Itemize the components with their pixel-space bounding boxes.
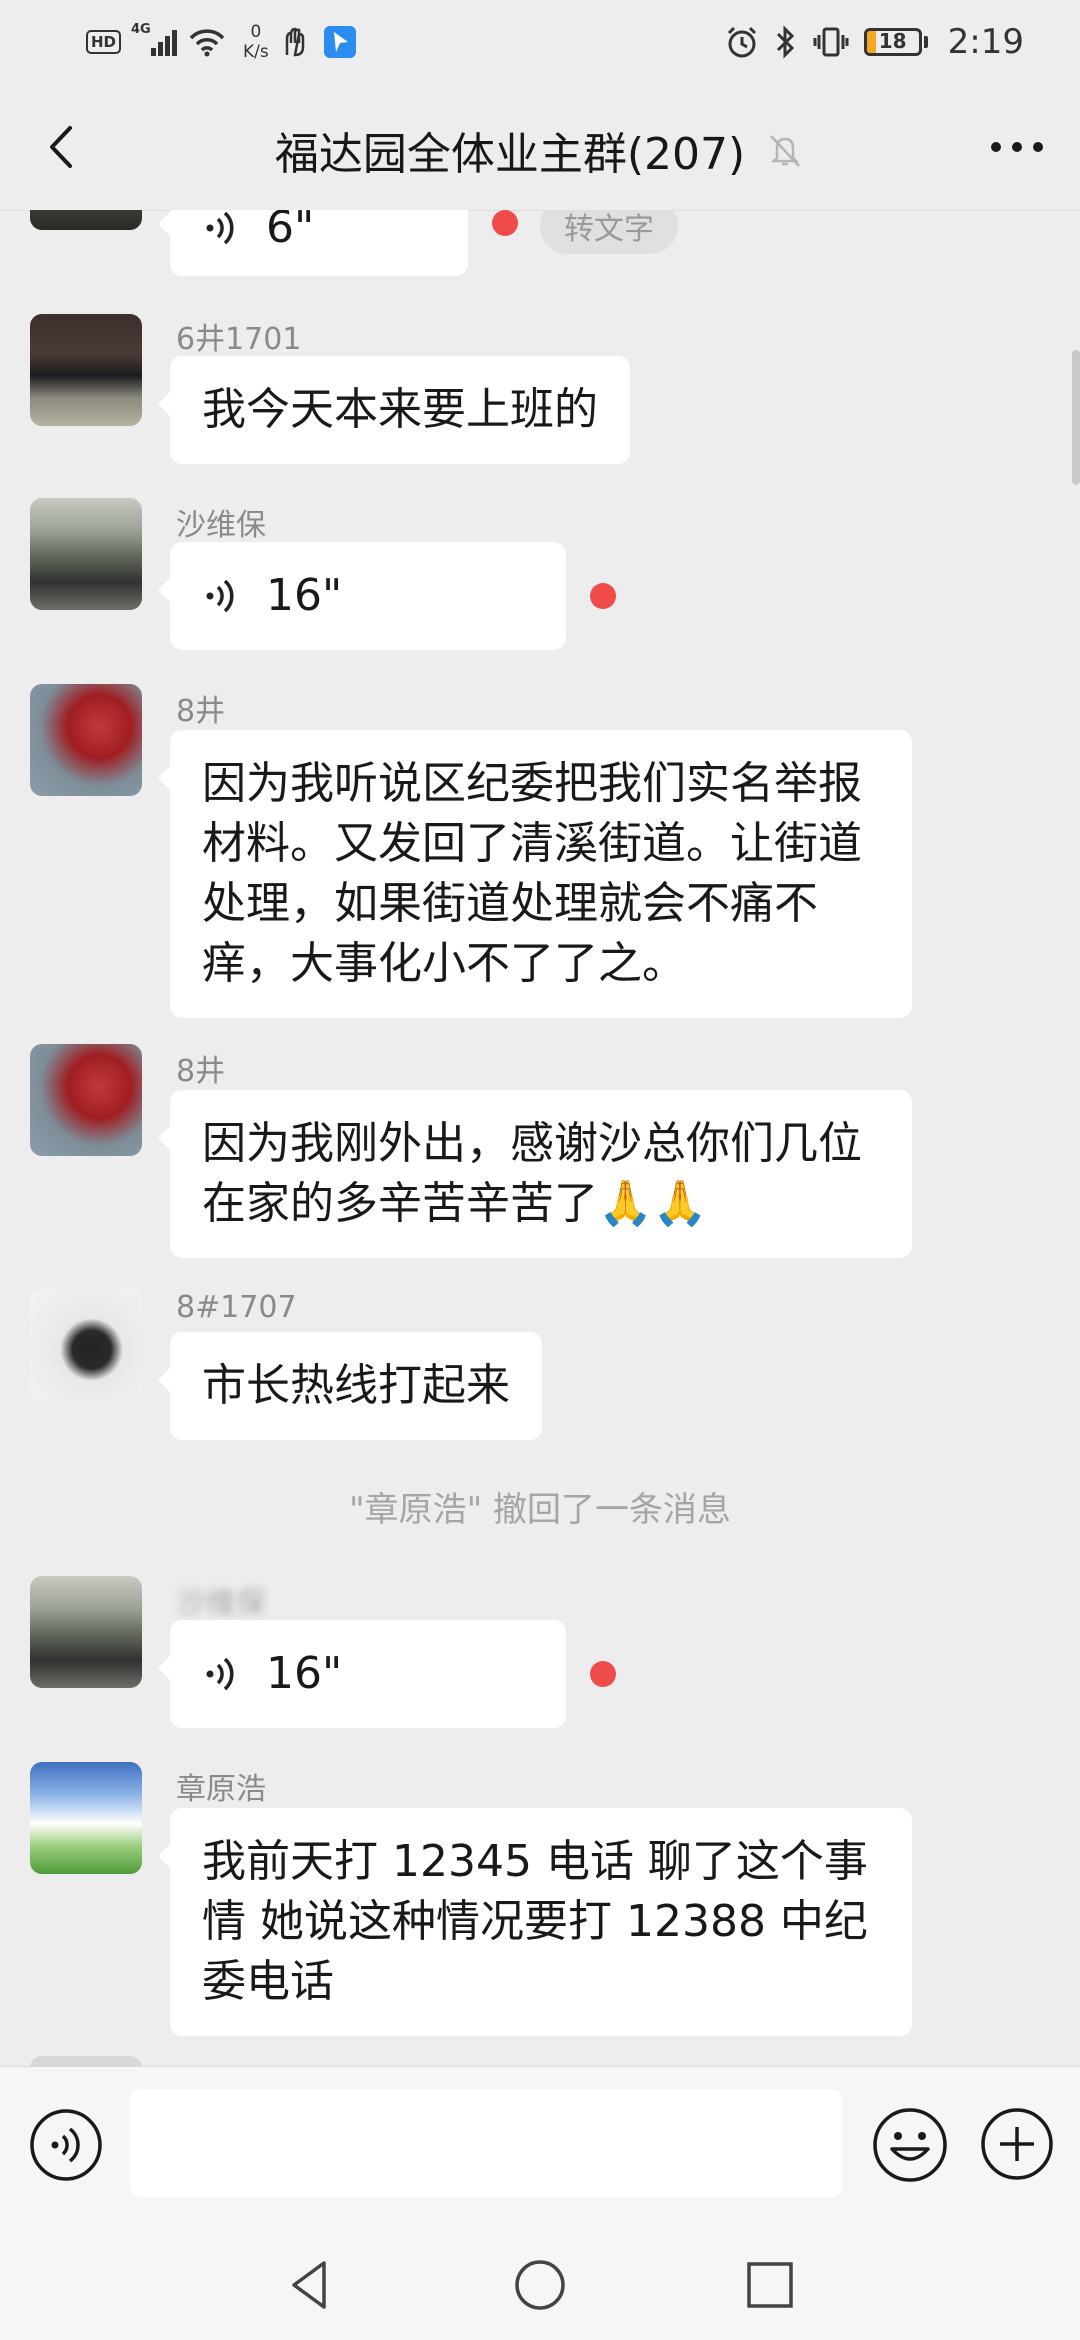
hd-indicator: HD (86, 30, 122, 54)
network-speed: 0 K/s (243, 22, 269, 62)
convert-to-text-button[interactable]: 转文字 (540, 210, 678, 254)
battery-icon: 18 (863, 28, 922, 56)
voice-message-bubble[interactable]: 16" (158, 1620, 566, 1728)
sender-name: 沙维保 (176, 1586, 266, 1621)
voice-input-icon[interactable] (28, 2107, 104, 2183)
message-text-line: 处理，如果街道处理就会不痛不 (202, 878, 818, 929)
message-list[interactable]: 6" 转文字 6井1701 我今天本来要上班的 沙维保 16" 8井 因为我听说 (0, 210, 1080, 2066)
voice-wave-icon (206, 211, 234, 245)
status-bar: HD 4G 0 K/s 18 2:19 (0, 0, 1080, 84)
unread-dot (492, 210, 518, 236)
app-notification-icon-2 (323, 26, 356, 58)
voice-message-bubble[interactable]: 16" (158, 542, 566, 650)
clock: 2:19 (947, 22, 1024, 62)
voice-wave-icon (206, 1657, 234, 1691)
avatar[interactable] (30, 1288, 142, 1400)
message-input[interactable] (130, 2089, 842, 2197)
message-text-line: 因为我听说区纪委把我们实名举报 (202, 758, 862, 809)
emoji-icon[interactable] (870, 2105, 950, 2185)
vibrate-icon (813, 27, 849, 57)
chat-title: 福达园全体业主群(207) (274, 129, 746, 180)
avatar[interactable] (30, 684, 142, 796)
message-text: 市长热线打起来 (202, 1360, 510, 1411)
more-icon[interactable] (982, 114, 1052, 180)
app-notification-icon (285, 27, 304, 57)
text-message-bubble[interactable]: 我前天打 12345 电话 聊了这个事 情 她说这种情况要打 12388 中纪 … (158, 1808, 912, 2036)
sender-name: 章原浩 (176, 1772, 266, 1807)
nav-home-icon[interactable] (510, 2255, 570, 2315)
message-text-line: 材料。又发回了清溪街道。让街道 (202, 818, 862, 869)
message-text-line: 因为我刚外出，感谢沙总你们几位 (202, 1118, 862, 1169)
text-message-bubble[interactable]: 因为我刚外出，感谢沙总你们几位 在家的多辛苦辛苦了🙏🙏 (158, 1090, 912, 1258)
voice-message-bubble[interactable]: 6" (158, 210, 468, 276)
sender-name: 8井 (176, 1054, 226, 1089)
sender-name: 8#1707 (176, 1290, 297, 1325)
input-bar (0, 2066, 1080, 2231)
text-message-bubble[interactable]: 我今天本来要上班的 (158, 356, 630, 464)
nav-recents-icon[interactable] (740, 2255, 800, 2315)
battery-level: 18 (878, 29, 907, 53)
unread-dot (590, 1661, 616, 1687)
voice-duration: 16" (266, 570, 343, 621)
avatar[interactable] (30, 314, 142, 426)
text-message-bubble[interactable]: 因为我听说区纪委把我们实名举报 材料。又发回了清溪街道。让街道 处理，如果街道处… (158, 730, 912, 1018)
message-text-line: 委电话 (202, 1956, 334, 2007)
avatar[interactable] (30, 498, 142, 610)
plus-icon[interactable] (978, 2105, 1056, 2183)
bluetooth-icon (776, 25, 794, 59)
message-text-line: 情 她说这种情况要打 12388 中纪 (202, 1896, 868, 1947)
alarm-icon (727, 26, 756, 58)
nav-back-icon[interactable] (280, 2255, 340, 2315)
avatar[interactable] (30, 1044, 142, 1156)
sender-name: 8井 (176, 694, 226, 729)
avatar[interactable] (30, 1762, 142, 1874)
sender-name: 6井1701 (176, 322, 302, 357)
wifi-icon (189, 29, 225, 57)
message-text-line: 痒，大事化小不了了之。 (202, 938, 686, 989)
message-text-line: 在家的多辛苦辛苦了 (202, 1178, 598, 1229)
chat-header: 福达园全体业主群(207) (0, 84, 1080, 211)
avatar[interactable] (30, 1576, 142, 1688)
text-message-bubble[interactable]: 市长热线打起来 (158, 1332, 542, 1440)
voice-wave-icon (206, 579, 234, 613)
signal-icon: 4G (131, 22, 178, 56)
unread-dot (590, 583, 616, 609)
system-recall-notice: "章原浩" 撤回了一条消息 (348, 1490, 732, 1530)
voice-duration: 16" (266, 1648, 343, 1699)
mute-bell-icon (770, 135, 801, 167)
avatar[interactable] (30, 210, 142, 230)
network-type-label: 4G (131, 22, 151, 37)
system-navigation-bar (0, 2230, 1080, 2340)
message-text: 我今天本来要上班的 (202, 384, 598, 435)
avatar[interactable] (30, 2056, 142, 2066)
scrollbar[interactable] (1072, 350, 1080, 485)
voice-duration: 6" (266, 210, 315, 253)
sender-name: 沙维保 (176, 508, 266, 543)
message-text-line: 我前天打 12345 电话 聊了这个事 (202, 1836, 868, 1887)
folded-hands-emoji: 🙏🙏 (598, 1178, 708, 1229)
